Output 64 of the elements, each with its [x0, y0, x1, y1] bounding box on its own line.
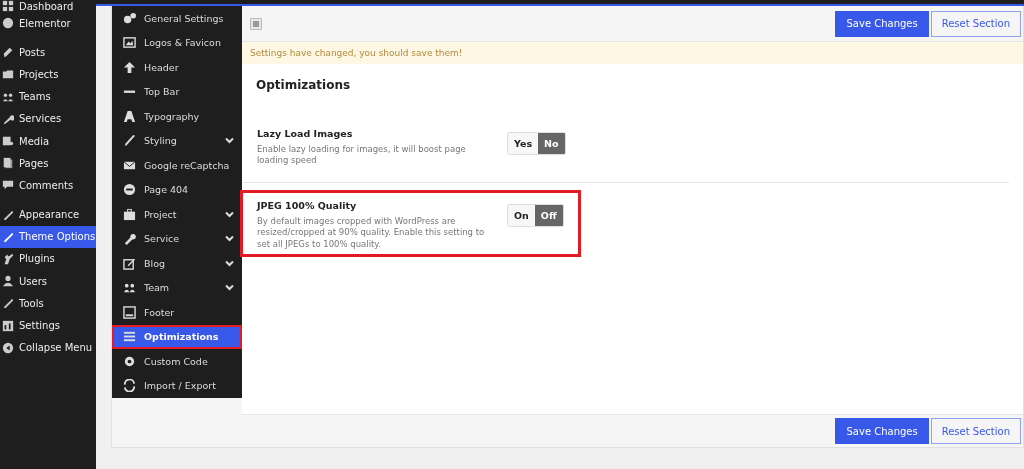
toggle-option[interactable]: No	[538, 133, 565, 154]
options-menu-item[interactable]: Optimizations	[112, 324, 242, 349]
options-menu-item[interactable]: Project	[112, 202, 242, 227]
admin-menu-item[interactable]: Plugins	[0, 247, 96, 271]
admin-menu-item[interactable]: Theme Options	[0, 225, 96, 248]
pages-icon	[2, 157, 14, 170]
no-entry-icon	[123, 183, 136, 197]
dashboard-icon	[2, 0, 14, 12]
setting-title: JPEG 100% Quality	[257, 199, 358, 211]
admin-menu-item[interactable]: Elementor	[0, 12, 96, 35]
reset-button[interactable]: Reset Section	[930, 10, 1021, 37]
arrow-up-icon	[123, 60, 136, 74]
admin-menu-item[interactable]: Appearance	[0, 203, 96, 226]
options-menu-item[interactable]: Page 404	[112, 177, 242, 202]
toggle-option[interactable]: Yes	[508, 133, 539, 154]
admin-menu-item[interactable]: Services	[0, 107, 96, 130]
options-menu-item[interactable]: General Settings	[112, 6, 242, 31]
setting-description: By default images cropped with WordPress are resized/cropped at 90% quality. Enable this setting to set all JPEGs to 100% quality.	[257, 215, 486, 251]
admin-menu-item[interactable]: Tools	[0, 292, 96, 315]
options-menu-item[interactable]: Logos & Favicon	[112, 30, 242, 55]
options-menu-item[interactable]: Custom Code	[112, 349, 242, 374]
section-title: Optimizations	[256, 78, 352, 94]
options-menu-item[interactable]: Service	[112, 226, 242, 251]
save-button[interactable]: Save Changes	[835, 10, 929, 37]
admin-menu-item[interactable]: Users	[0, 270, 96, 293]
admin-menu-item[interactable]: Posts	[0, 41, 96, 64]
toggle-option[interactable]: Off	[534, 204, 563, 226]
gears-icon	[123, 11, 136, 25]
setting-description: Enable lazy loading for images, it will boost page loading speed	[257, 144, 467, 167]
options-menu-item[interactable]: Footer	[112, 300, 242, 325]
options-menu-item[interactable]: Team	[112, 275, 242, 300]
options-menu-item[interactable]: Styling	[112, 128, 242, 153]
admin-menu-item[interactable]: Projects	[0, 63, 96, 86]
envelope-icon	[123, 158, 136, 172]
notice-text: Settings have changed, you should save them!	[242, 42, 1023, 64]
edit-icon	[123, 256, 136, 270]
people-icon	[123, 281, 136, 295]
options-menu-item[interactable]: Blog	[112, 251, 242, 276]
list-icon	[123, 330, 136, 344]
refresh-icon	[123, 379, 136, 393]
admin-menu-item[interactable]: Pages	[0, 152, 96, 175]
admin-menu-item[interactable]: Collapse Menu	[0, 336, 96, 359]
letter-icon	[123, 109, 136, 123]
image-icon	[123, 36, 136, 50]
layout-icon[interactable]	[250, 17, 262, 30]
folder-icon	[2, 68, 14, 81]
toggle-option[interactable]: On	[508, 204, 535, 226]
pen-icon	[123, 134, 136, 148]
user-icon	[2, 275, 14, 288]
briefcase-icon	[123, 207, 136, 221]
options-menu-item[interactable]: Typography	[112, 104, 242, 129]
admin-menu-item[interactable]: Settings	[0, 314, 96, 337]
admin-menu-item[interactable]: Media	[0, 129, 96, 153]
footer-icon	[123, 305, 136, 319]
save-button[interactable]: Save Changes	[835, 418, 929, 444]
reset-button[interactable]: Reset Section	[930, 418, 1021, 444]
options-menu-item[interactable]: Google reCaptcha	[112, 153, 242, 178]
admin-menu-item[interactable]: Teams	[0, 85, 96, 108]
options-menu-item[interactable]: Top Bar	[112, 79, 242, 104]
setting-title: Lazy Load Images	[257, 128, 354, 139]
options-menu-item[interactable]: Header	[112, 55, 242, 80]
options-menu-item[interactable]: Import / Export	[112, 373, 242, 398]
admin-menu-item[interactable]: Comments	[0, 174, 96, 197]
admin-menu-item[interactable]: Dashboard	[0, 0, 96, 12]
